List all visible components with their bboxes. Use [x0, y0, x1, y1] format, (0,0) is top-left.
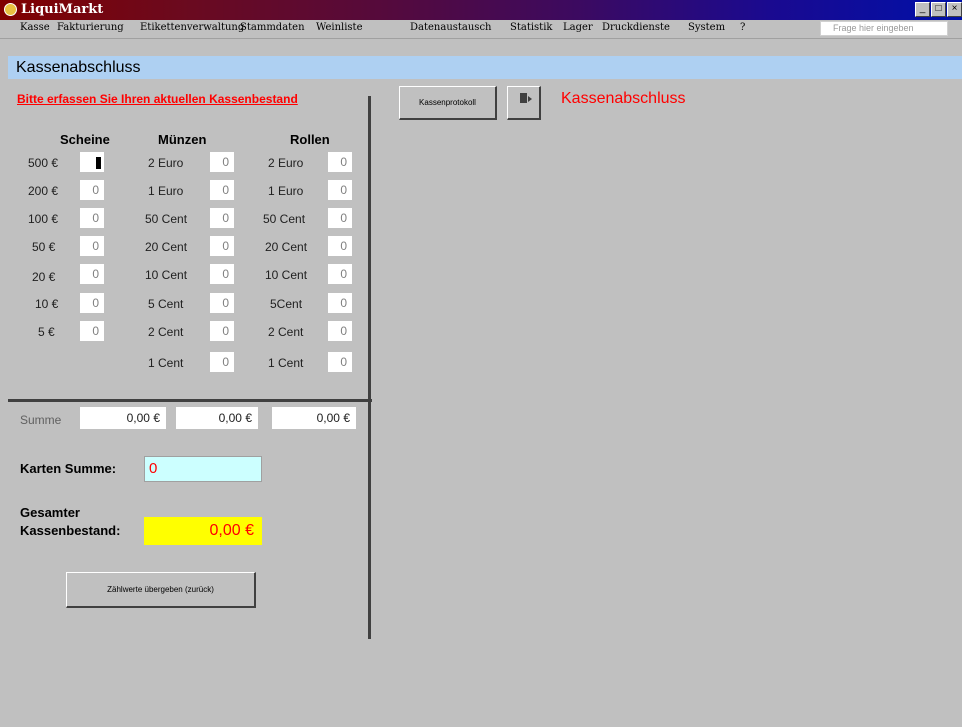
gesamt-kassenbestand-value: 0,00 €	[144, 517, 262, 545]
muenzen-input[interactable]: 0	[210, 264, 234, 284]
rollen-label: 1 Cent	[268, 356, 304, 370]
menu-etikettenverwaltung[interactable]: Etikettenverwaltung	[140, 22, 244, 33]
scheine-input[interactable]: 0	[80, 321, 104, 341]
rollen-label: 2 Euro	[268, 156, 304, 170]
muenzen-input[interactable]: 0	[210, 293, 234, 313]
text-cursor	[96, 156, 101, 169]
scheine-label: 200 €	[28, 184, 59, 198]
muenzen-label: 1 Cent	[148, 356, 184, 370]
scheine-label: 5 €	[38, 325, 55, 339]
exit-door-icon	[520, 93, 532, 103]
rollen-input[interactable]: 0	[328, 321, 352, 341]
column-header-muenzen: Münzen	[158, 132, 207, 147]
rollen-input[interactable]: 0	[328, 293, 352, 313]
exit-button[interactable]	[507, 86, 541, 120]
scheine-label: 50 €	[32, 240, 56, 254]
rollen-label: 10 Cent	[265, 268, 308, 282]
scheine-label: 20 €	[32, 270, 56, 284]
rollen-input[interactable]: 0	[328, 152, 352, 172]
close-button[interactable]: ×	[947, 2, 962, 17]
muenzen-input[interactable]: 0	[210, 180, 234, 200]
rollen-input[interactable]: 0	[328, 180, 352, 200]
menu-datenaustausch[interactable]: Datenaustausch	[410, 22, 491, 33]
form-title: Kassenabschluss	[16, 59, 141, 76]
scheine-label: 10 €	[35, 297, 59, 311]
scheine-input[interactable]: 0	[80, 180, 104, 200]
muenzen-input[interactable]: 0	[210, 152, 234, 172]
column-header-rollen: Rollen	[290, 132, 330, 147]
submit-counts-button[interactable]: Zählwerte übergeben (zurück)	[66, 572, 256, 608]
muenzen-label: 2 Euro	[148, 156, 184, 170]
scheine-input[interactable]	[80, 152, 104, 172]
scheine-label: 500 €	[28, 156, 59, 170]
maximize-button[interactable]: □	[931, 2, 946, 17]
gesamt-label-line1: Gesamter	[20, 505, 80, 520]
menu-stammdaten[interactable]: Stammdaten	[240, 22, 305, 33]
menu-fakturierung[interactable]: Fakturierung	[57, 22, 124, 33]
ask-question-input[interactable]: Frage hier eingeben	[820, 21, 948, 36]
form-header: Kassenabschluss	[8, 56, 962, 79]
rollen-label: 50 Cent	[263, 212, 306, 226]
rollen-label: 20 Cent	[265, 240, 308, 254]
menu-kasse[interactable]: Kasse	[20, 22, 50, 33]
summe-scheine-field: 0,00 €	[80, 407, 166, 429]
menu-system[interactable]: System	[688, 22, 725, 33]
muenzen-input[interactable]: 0	[210, 352, 234, 372]
rollen-label: 5Cent	[270, 297, 303, 311]
muenzen-label: 10 Cent	[145, 268, 188, 282]
scheine-input[interactable]: 0	[80, 208, 104, 228]
muenzen-label: 2 Cent	[148, 325, 184, 339]
menu-druckdienste[interactable]: Druckdienste	[602, 22, 670, 33]
rollen-input[interactable]: 0	[328, 352, 352, 372]
muenzen-label: 50 Cent	[145, 212, 188, 226]
menu-lager[interactable]: Lager	[563, 22, 593, 33]
vertical-divider	[368, 96, 371, 639]
scheine-input[interactable]: 0	[80, 293, 104, 313]
right-panel-title: Kassenabschluss	[561, 90, 686, 107]
karten-summe-input[interactable]: 0	[144, 456, 262, 482]
kassenprotokoll-button[interactable]: Kassenprotokoll	[399, 86, 497, 120]
muenzen-label: 20 Cent	[145, 240, 188, 254]
menu-bar: Kasse Fakturierung Etikettenverwaltung S…	[0, 20, 962, 39]
rollen-input[interactable]: 0	[328, 264, 352, 284]
column-header-scheine: Scheine	[60, 132, 110, 147]
rollen-input[interactable]: 0	[328, 236, 352, 256]
karten-summe-label: Karten Summe:	[20, 461, 117, 476]
menu-statistik[interactable]: Statistik	[510, 22, 552, 33]
summe-rollen-field: 0,00 €	[272, 407, 356, 429]
scheine-input[interactable]: 0	[80, 236, 104, 256]
rollen-input[interactable]: 0	[328, 208, 352, 228]
menu-weinliste[interactable]: Weinliste	[316, 22, 362, 33]
muenzen-input[interactable]: 0	[210, 321, 234, 341]
scheine-label: 100 €	[28, 212, 59, 226]
minimize-button[interactable]: _	[915, 2, 930, 17]
horizontal-divider	[8, 399, 372, 402]
instruction-text: Bitte erfassen Sie Ihren aktuellen Kasse…	[17, 92, 298, 106]
summe-muenzen-field: 0,00 €	[176, 407, 258, 429]
app-icon	[4, 3, 17, 16]
muenzen-input[interactable]: 0	[210, 208, 234, 228]
muenzen-label: 5 Cent	[148, 297, 184, 311]
menu-help[interactable]: ?	[740, 22, 745, 33]
muenzen-label: 1 Euro	[148, 184, 184, 198]
left-frame-edge	[0, 79, 8, 727]
muenzen-input[interactable]: 0	[210, 236, 234, 256]
gesamt-label-line2: Kassenbestand:	[20, 523, 121, 538]
rollen-label: 1 Euro	[268, 184, 304, 198]
window-title: LiquiMarkt	[21, 2, 104, 17]
rollen-label: 2 Cent	[268, 325, 304, 339]
scheine-input[interactable]: 0	[80, 264, 104, 284]
summe-label: Summe	[20, 413, 62, 427]
title-bar: LiquiMarkt _ □ ×	[0, 0, 962, 20]
